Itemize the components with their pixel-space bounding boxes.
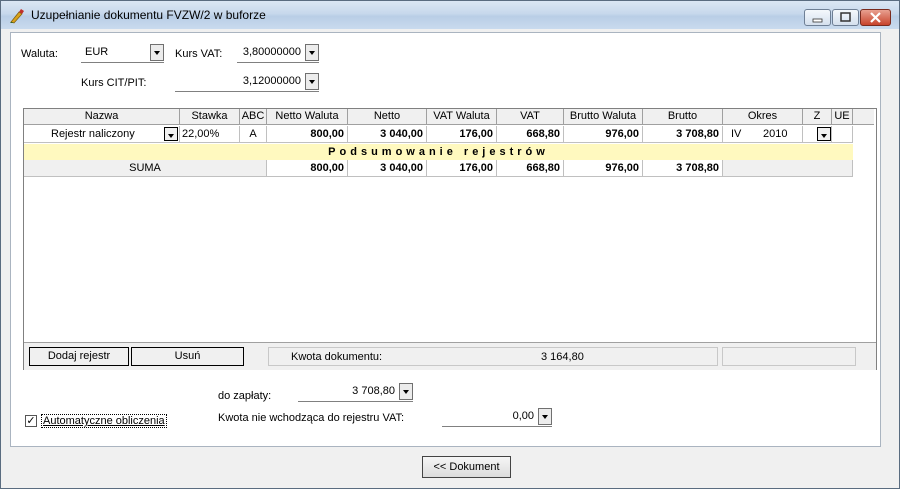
kurs-vat-value: 3,80000000 <box>242 46 301 58</box>
row-brutto[interactable]: 3 708,80 <box>643 126 723 143</box>
kurs-cit-value: 3,12000000 <box>242 75 301 87</box>
auto-calc-checkbox[interactable]: ✓ <box>25 415 37 427</box>
row-z[interactable] <box>803 126 832 143</box>
nie-wchodzaca-label: Kwota nie wchodząca do rejestru VAT: <box>218 412 405 424</box>
register-grid: Nazwa Stawka ABC Netto Waluta Netto VAT … <box>23 108 877 370</box>
delete-label: Usuń <box>174 350 201 362</box>
row-nazwa-cell[interactable]: Rejestr naliczony <box>24 126 180 143</box>
row-brutto-waluta[interactable]: 976,00 <box>564 126 643 143</box>
close-button[interactable] <box>860 9 891 26</box>
chevron-down-icon[interactable] <box>817 127 831 141</box>
row-netto-waluta[interactable]: 800,00 <box>267 126 348 143</box>
do-zaplaty-value: 3 708,80 <box>352 385 395 397</box>
suma-label: SUMA <box>24 160 267 177</box>
row-abc[interactable]: A <box>240 126 267 143</box>
col-header-nazwa[interactable]: Nazwa <box>24 109 180 125</box>
row-okres-month: IV <box>731 128 742 140</box>
kurs-vat-select[interactable]: 3,80000000 <box>237 44 319 63</box>
kurs-cit-label: Kurs CIT/PIT: <box>81 77 147 89</box>
kurs-vat-label: Kurs VAT: <box>175 48 223 60</box>
row-okres-year: 2010 <box>763 128 788 140</box>
col-header-netto[interactable]: Netto <box>348 109 427 125</box>
do-zaplaty-select[interactable]: 3 708,80 <box>298 383 413 402</box>
chevron-down-icon[interactable] <box>150 44 164 61</box>
chevron-down-icon[interactable] <box>538 408 552 425</box>
row-vat-waluta[interactable]: 176,00 <box>427 126 497 143</box>
row-vat[interactable]: 668,80 <box>497 126 564 143</box>
kurs-cit-select[interactable]: 3,12000000 <box>175 73 319 92</box>
chevron-down-icon[interactable] <box>399 383 413 400</box>
document-button[interactable]: << Dokument <box>422 456 511 478</box>
waluta-value: EUR <box>85 46 109 58</box>
col-header-brutto[interactable]: Brutto <box>643 109 723 125</box>
chevron-down-icon[interactable] <box>164 127 178 141</box>
minimize-button[interactable] <box>804 9 831 26</box>
kwota-panel: Kwota dokumentu: 3 164,80 <box>268 347 718 366</box>
row-nazwa-value: Rejestr naliczony <box>51 128 135 140</box>
col-header-vat[interactable]: VAT <box>497 109 564 125</box>
summary-title: Podsumowanie rejestrów <box>24 144 853 160</box>
maximize-button[interactable] <box>832 9 859 26</box>
checkmark-icon: ✓ <box>26 415 36 427</box>
row-netto[interactable]: 3 040,00 <box>348 126 427 143</box>
close-icon <box>870 12 881 23</box>
do-zaplaty-label: do zapłaty: <box>218 390 272 402</box>
row-okres[interactable]: IV 2010 <box>723 126 803 143</box>
footer-empty-panel <box>722 347 856 366</box>
kwota-value: 3 164,80 <box>541 351 584 363</box>
col-header-filler <box>853 109 874 125</box>
chevron-down-icon[interactable] <box>305 44 319 61</box>
suma-vat: 668,80 <box>497 160 564 177</box>
row-ue[interactable] <box>832 126 853 143</box>
nie-wchodzaca-select[interactable]: 0,00 <box>442 408 552 427</box>
maximize-icon <box>840 12 851 22</box>
document-button-label: << Dokument <box>433 461 500 473</box>
add-register-button[interactable]: Dodaj rejestr <box>29 347 129 366</box>
window-title: Uzupełnianie dokumentu FVZW/2 w buforze <box>31 8 266 22</box>
waluta-label: Waluta: <box>21 48 58 60</box>
waluta-select[interactable]: EUR <box>81 44 164 63</box>
title-bar[interactable]: Uzupełnianie dokumentu FVZW/2 w buforze <box>1 1 899 29</box>
auto-calc-label[interactable]: Automatyczne obliczenia <box>41 414 167 428</box>
row-stawka[interactable]: 22,00% <box>180 126 240 143</box>
dialog-window: Uzupełnianie dokumentu FVZW/2 w buforze … <box>0 0 900 489</box>
delete-button[interactable]: Usuń <box>131 347 244 366</box>
minimize-icon <box>812 18 823 23</box>
grid-footer: Dodaj rejestr Usuń Kwota dokumentu: 3 16… <box>24 342 876 370</box>
kwota-label: Kwota dokumentu: <box>291 351 383 363</box>
col-header-okres[interactable]: Okres <box>723 109 803 125</box>
add-register-label: Dodaj rejestr <box>47 350 111 362</box>
col-header-z[interactable]: Z <box>803 109 832 125</box>
col-header-abc[interactable]: ABC <box>240 109 267 125</box>
col-header-vat-waluta[interactable]: VAT Waluta <box>427 109 497 125</box>
app-icon <box>10 9 24 24</box>
col-header-ue[interactable]: UE <box>832 109 853 125</box>
suma-vat-waluta: 176,00 <box>427 160 497 177</box>
suma-netto: 3 040,00 <box>348 160 427 177</box>
col-header-stawka[interactable]: Stawka <box>180 109 240 125</box>
suma-netto-waluta: 800,00 <box>267 160 348 177</box>
suma-brutto-waluta: 976,00 <box>564 160 643 177</box>
suma-filler <box>723 160 853 177</box>
col-header-netto-waluta[interactable]: Netto Waluta <box>267 109 348 125</box>
nie-wchodzaca-value: 0,00 <box>512 410 534 422</box>
chevron-down-icon[interactable] <box>305 73 319 90</box>
suma-brutto: 3 708,80 <box>643 160 723 177</box>
col-header-brutto-waluta[interactable]: Brutto Waluta <box>564 109 643 125</box>
